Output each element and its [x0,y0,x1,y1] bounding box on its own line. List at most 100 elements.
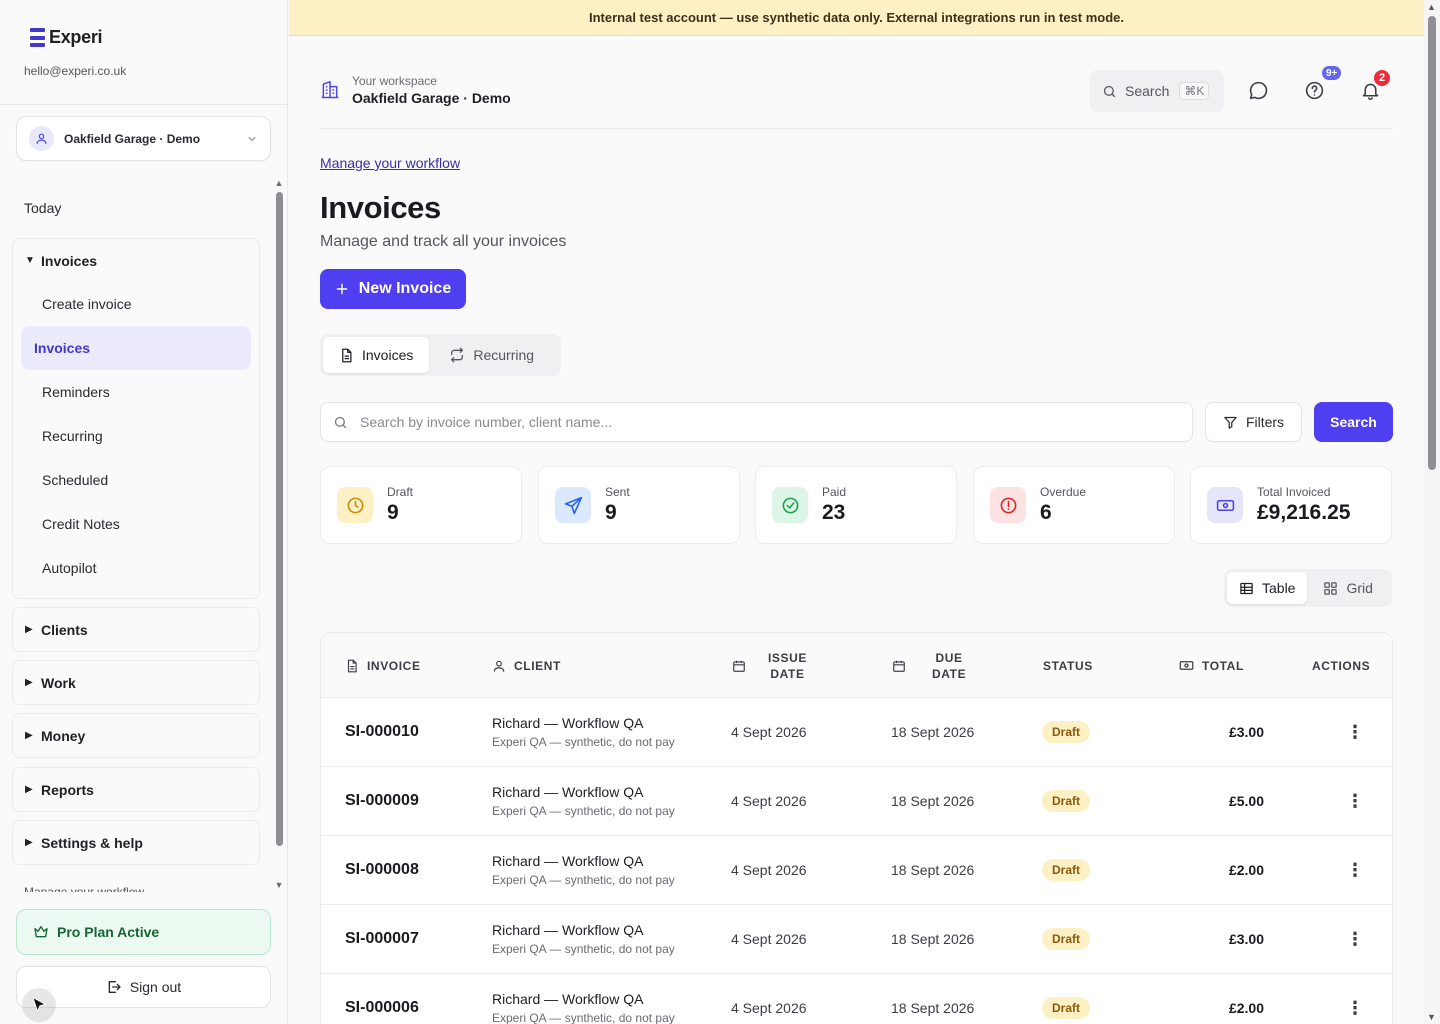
sidebar-item-scheduled[interactable]: Scheduled [21,458,251,502]
issue-date: 4 Sept 2026 [731,793,807,809]
sidebar-scrollbar[interactable]: ▲ ▼ [274,178,284,890]
due-date: 18 Sept 2026 [891,1000,975,1016]
sidebar-divider [0,104,287,105]
due-date: 18 Sept 2026 [891,793,975,809]
page-title: Invoices [320,190,441,225]
new-invoice-button[interactable]: New Invoice [320,269,466,309]
workspace-select[interactable]: Oakfield Garage · Demo [16,116,271,161]
invoice-search-input[interactable] [360,414,1160,430]
invoice-search-box[interactable] [320,402,1193,442]
nav-group-work[interactable]: ▶ Work [12,660,260,705]
invoice-total: £2.00 [1228,1000,1264,1016]
row-actions-menu-icon[interactable]: ⋮ [1346,836,1364,904]
nav-group-reports[interactable]: ▶ Reports [12,767,260,812]
nav-group-settings-help[interactable]: ▶ Settings & help [12,820,260,865]
sidebar-item-reminders[interactable]: Reminders [21,370,251,414]
status-badge: Draft [1042,790,1091,812]
view-toggle: Table Grid [1224,569,1392,607]
nav-group-money[interactable]: ▶ Money [12,713,260,758]
nav-group-invoices-toggle[interactable]: ▼ Invoices [13,239,259,282]
workspace-name: Oakfield Garage · Demo [352,90,511,106]
filters-button[interactable]: Filters [1205,402,1302,442]
row-actions-menu-icon[interactable]: ⋮ [1346,974,1364,1024]
global-search-button[interactable]: Search ⌘K [1090,70,1224,112]
invoice-number[interactable]: SI-000010 [345,698,419,766]
stat-value: 23 [822,501,846,524]
issue-date: 4 Sept 2026 [731,724,807,740]
invoice-number[interactable]: SI-000008 [345,836,419,904]
column-label: STATUS [1043,658,1093,673]
invoices-table: INVOICE CLIENT ISSUE DATE DUE DATE STATUS … [320,632,1393,1024]
sidebar-item-recurring[interactable]: Recurring [21,414,251,458]
row-actions-menu-icon[interactable]: ⋮ [1346,698,1364,766]
caret-right-icon: ▶ [25,784,33,795]
client-name: Richard — Workflow QA [492,715,644,731]
status-cell: Draft [1042,905,1091,973]
search-icon [333,415,348,430]
row-actions-menu-icon[interactable]: ⋮ [1346,905,1364,973]
brand-logo[interactable]: Experi [30,27,103,48]
user-icon [492,659,506,673]
sidebar-item-credit-notes[interactable]: Credit Notes [21,502,251,546]
table-row[interactable]: SI-000006 Richard — Workflow QA Experi Q… [321,974,1392,1024]
scroll-down-icon[interactable]: ▼ [274,880,284,890]
scrollbar-thumb[interactable] [276,192,283,846]
column-client[interactable]: CLIENT [492,633,561,698]
table-row[interactable]: SI-000010 Richard — Workflow QA Experi Q… [321,698,1392,767]
search-button[interactable]: Search [1314,402,1393,442]
test-account-banner: Internal test account — use synthetic da… [289,0,1424,36]
scroll-down-icon[interactable]: ▼ [1427,1012,1436,1022]
stat-card-draft[interactable]: Draft 9 [320,466,522,544]
status-badge: Draft [1042,997,1091,1019]
nav-group-clients[interactable]: ▶ Clients [12,607,260,652]
tab-label: Invoices [362,347,414,363]
status-badge: Draft [1042,721,1091,743]
pro-plan-badge[interactable]: Pro Plan Active [16,909,271,955]
global-search-label: Search [1125,83,1170,99]
stat-card-total-invoiced[interactable]: Total Invoiced £9,216.25 [1190,466,1392,544]
clock-icon [337,487,373,523]
table-row[interactable]: SI-000008 Richard — Workflow QA Experi Q… [321,836,1392,905]
column-status[interactable]: STATUS [1043,633,1093,698]
column-total[interactable]: TOTAL [1179,633,1244,698]
column-invoice[interactable]: INVOICE [345,633,421,698]
scrollbar-thumb[interactable] [1428,16,1436,470]
chat-icon[interactable] [1248,80,1269,101]
sidebar-item-invoices[interactable]: Invoices [21,326,251,370]
mouse-cursor-icon [22,988,56,1022]
view-table-button[interactable]: Table [1227,572,1308,604]
manage-workflow-link[interactable]: Manage your workflow [320,155,460,171]
column-issue-date[interactable]: ISSUE DATE [732,633,807,698]
invoice-number[interactable]: SI-000009 [345,767,419,835]
stat-card-paid[interactable]: Paid 23 [755,466,957,544]
sidebar-item-today[interactable]: Today [24,200,61,216]
invoice-number[interactable]: SI-000006 [345,974,419,1024]
search-shortcut: ⌘K [1179,82,1210,100]
client-cell: Richard — Workflow QA Experi QA — synthe… [492,698,675,766]
table-row[interactable]: SI-000007 Richard — Workflow QA Experi Q… [321,905,1392,974]
due-date: 18 Sept 2026 [891,931,975,947]
tab-invoices[interactable]: Invoices [323,337,430,373]
scroll-up-icon[interactable]: ▲ [274,178,284,188]
stat-card-sent[interactable]: Sent 9 [538,466,740,544]
column-due-date[interactable]: DUE DATE [892,633,966,698]
tab-recurring[interactable]: Recurring [433,337,550,373]
client-cell: Richard — Workflow QA Experi QA — synthe… [492,836,675,904]
row-actions-menu-icon[interactable]: ⋮ [1346,767,1364,835]
sidebar-item-autopilot[interactable]: Autopilot [21,546,251,590]
sidebar-item-create-invoice[interactable]: Create invoice [21,282,251,326]
scroll-up-icon[interactable]: ▲ [1427,2,1436,12]
sidebar-nav: Today ▼ Invoices Create invoice Invoices… [0,178,287,893]
view-grid-button[interactable]: Grid [1311,572,1384,604]
sidebar-item-manage-workflow[interactable]: Manage your workflow [24,884,144,892]
caret-right-icon: ▶ [25,677,33,688]
table-row[interactable]: SI-000009 Richard — Workflow QA Experi Q… [321,767,1392,836]
invoice-tabs: Invoices Recurring [320,334,561,376]
calendar-icon [892,659,906,673]
workspace-select-label: Oakfield Garage · Demo [64,131,201,146]
invoice-number[interactable]: SI-000007 [345,905,419,973]
help-icon[interactable] [1304,80,1325,101]
page-scrollbar[interactable]: ▲ ▼ [1424,0,1440,1024]
stat-card-overdue[interactable]: Overdue 6 [973,466,1175,544]
issue-date: 4 Sept 2026 [731,862,807,878]
